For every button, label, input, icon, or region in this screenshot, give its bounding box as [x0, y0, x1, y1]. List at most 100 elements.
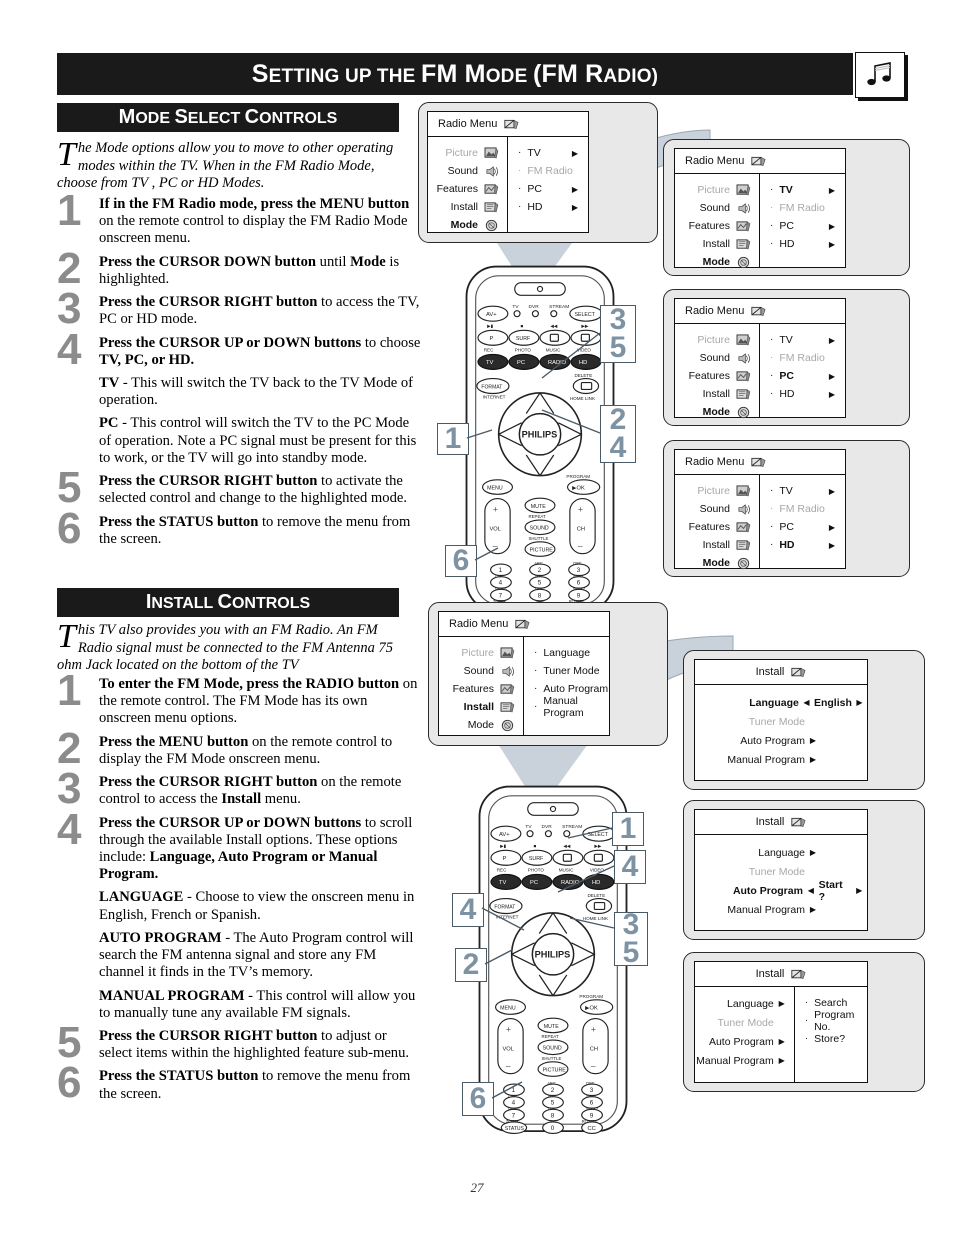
menu-left-item[interactable]: Features	[675, 518, 759, 536]
section-header-mode-select: MODE SELECT CONTROLS	[57, 103, 399, 132]
menu-option-item[interactable]: · HD ▶	[760, 385, 845, 403]
menu-screen-mode_pc[interactable]: Radio Menu Picture Sound Features Install Mod…	[674, 298, 846, 418]
menu-option-item[interactable]: · PC ▶	[760, 217, 845, 235]
svg-text:CC: CC	[587, 1126, 595, 1132]
menu-option-item[interactable]: · HD ▶	[760, 235, 845, 253]
step-item: 3 Press the CURSOR RIGHT button on the re…	[57, 767, 422, 811]
menu-option-item[interactable]: · HD ▶	[760, 536, 845, 554]
chevron-left-icon: ◀	[803, 698, 810, 707]
menu-option-item[interactable]: · TV ▶	[760, 482, 845, 500]
install-row[interactable]: Manual Program ▶	[695, 1051, 794, 1070]
picture-icon	[736, 333, 751, 345]
menu-title: Radio Menu	[438, 118, 498, 130]
menu-left-label: Sound	[699, 503, 730, 515]
menu-option-item[interactable]: · HD ▶	[508, 198, 588, 216]
menu-option-item[interactable]: · FM Radio	[760, 349, 845, 367]
menu-left-item[interactable]: Install	[428, 198, 507, 216]
install-row[interactable]: Manual Program ▶	[695, 750, 867, 769]
menu-left-item[interactable]: Mode	[428, 216, 507, 234]
menu-screen-install_auto[interactable]: Install Language ▶ Tuner Mode Auto Program ◀ S…	[694, 809, 868, 931]
menu-left-item[interactable]: Install	[675, 235, 759, 253]
menu-screen-mode_tv[interactable]: Radio Menu Picture Sound Features Install Mod…	[674, 148, 846, 268]
menu-left-item[interactable]: Picture	[439, 644, 523, 662]
bullet-icon: ·	[518, 147, 522, 158]
menu-option-item[interactable]: · TV ▶	[760, 331, 845, 349]
step-sub-text: TV - This will switch the TV back to the…	[99, 374, 414, 409]
step-item: 3 Press the CURSOR RIGHT button to access…	[57, 287, 422, 331]
install-row[interactable]: Auto Program ◀ Start ? ▶	[695, 879, 867, 903]
step-sub-text: PC - This control will switch the TV to …	[99, 415, 417, 466]
install-row[interactable]: Manual Program ▶	[695, 900, 867, 919]
step-number: 4	[57, 804, 82, 854]
chevron-right-icon: ▶	[778, 1056, 785, 1065]
menu-option-item[interactable]: · PC ▶	[760, 367, 845, 385]
menu-body: Picture Sound Features Install Mode · TV ▶ · FM R…	[428, 137, 588, 233]
intro-text: his TV also provides you with an FM Radi…	[57, 622, 393, 674]
menu-left-item[interactable]: Install	[439, 698, 523, 716]
menu-option-label: PC	[779, 220, 794, 232]
menu-left-item[interactable]: Features	[675, 367, 759, 385]
menu-left-item[interactable]: Sound	[675, 199, 759, 217]
menu-option-item[interactable]: · PC ▶	[760, 518, 845, 536]
menu-screen-mode_hd[interactable]: Radio Menu Picture Sound Features Install Mod…	[674, 449, 846, 569]
menu-option-item[interactable]: · FM Radio	[760, 199, 845, 217]
menu-option-label: HD	[779, 388, 795, 400]
chevron-right-icon: ▶	[571, 202, 578, 212]
menu-left-item[interactable]: Install	[675, 536, 759, 554]
menu-screen-install-main[interactable]: Radio Menu Picture Sound Features Install Mod…	[438, 611, 610, 736]
bullet-icon: ·	[534, 647, 538, 658]
menu-left-item[interactable]: Sound	[439, 662, 523, 680]
menu-screen-install_language[interactable]: Install Language ◀ English ▶ Tuner Mode Auto P…	[694, 659, 868, 781]
menu-option-item[interactable]: · TV ▶	[508, 144, 588, 162]
menu-left-item[interactable]: Sound	[675, 349, 759, 367]
install-row[interactable]: Tuner Mode	[695, 712, 867, 731]
menu-title: Install	[755, 968, 785, 980]
svg-text:STATUS: STATUS	[505, 1126, 525, 1132]
install-row[interactable]: Language ▶	[695, 843, 867, 862]
install-row-label: Auto Program	[708, 1035, 774, 1048]
menu-left-item[interactable]: Features	[428, 180, 507, 198]
install-row[interactable]: Auto Program ▶	[695, 731, 867, 750]
chevron-right-icon: ▶	[778, 999, 785, 1008]
install-sub-item[interactable]: · Program No.	[795, 1009, 867, 1033]
install-icon	[736, 238, 751, 249]
menu-option-item[interactable]: · FM Radio	[760, 500, 845, 518]
menu-left-item[interactable]: Picture	[675, 331, 759, 349]
menu-option-item[interactable]: · TV ▶	[760, 181, 845, 199]
bullet-icon: ·	[770, 503, 774, 514]
install-row[interactable]: Auto Program ▶	[695, 1032, 794, 1051]
install-row[interactable]: Language ▶	[695, 994, 794, 1013]
menu-screen-mode-main[interactable]: Radio Menu Picture Sound Features Install Mod…	[427, 111, 589, 233]
menu-left-item[interactable]: Mode	[439, 716, 523, 734]
menu-right-column: · TV ▶ · FM Radio · PC ▶ · HD ▶	[508, 137, 588, 233]
menu-option-item[interactable]: · Tuner Mode	[524, 662, 609, 680]
menu-option-item[interactable]: · Manual Program	[524, 695, 609, 719]
menu-left-label: Mode	[450, 219, 478, 231]
menu-option-label: HD	[527, 201, 543, 213]
bullet-icon: ·	[770, 370, 774, 381]
menu-left-item[interactable]: Picture	[675, 181, 759, 199]
bullet-icon: ·	[770, 334, 774, 345]
step-text: Press the CURSOR RIGHT button to adjust …	[99, 1027, 410, 1062]
radio-menu-icon	[791, 667, 806, 677]
menu-left-item[interactable]: Mode	[675, 554, 759, 572]
menu-option-item[interactable]: · FM Radio	[508, 162, 588, 180]
install-row[interactable]: Tuner Mode	[695, 1013, 794, 1032]
menu-screen-install_manual[interactable]: Install Language ▶ Tuner Mode Auto Program ▶ M…	[694, 961, 868, 1083]
menu-option-item[interactable]: · PC ▶	[508, 180, 588, 198]
install-row[interactable]: Language ◀ English ▶	[695, 693, 867, 712]
menu-left-item[interactable]: Sound	[675, 500, 759, 518]
menu-left-item[interactable]: Picture	[675, 482, 759, 500]
sound-icon	[486, 165, 498, 177]
menu-left-item[interactable]: Sound	[428, 162, 507, 180]
menu-left-item[interactable]: Install	[675, 385, 759, 403]
chevron-right-icon: ▶	[809, 905, 817, 914]
menu-left-item[interactable]: Features	[439, 680, 523, 698]
menu-left-item[interactable]: Picture	[428, 144, 507, 162]
music-note-icon	[867, 62, 891, 86]
menu-left-item[interactable]: Mode	[675, 403, 759, 421]
menu-left-item[interactable]: Mode	[675, 253, 759, 271]
menu-option-item[interactable]: · Language	[524, 644, 609, 662]
menu-left-item[interactable]: Features	[675, 217, 759, 235]
radio-menu-icon	[791, 817, 806, 827]
